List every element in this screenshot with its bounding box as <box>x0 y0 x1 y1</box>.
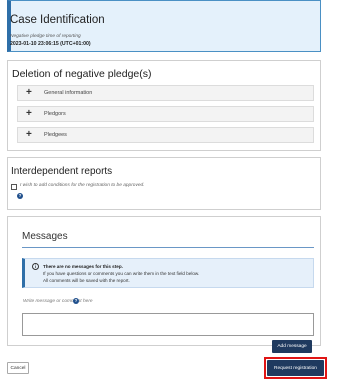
case-title: Case Identification <box>10 14 105 26</box>
question-icon[interactable]: ? <box>17 193 23 199</box>
add-message-button[interactable]: Add message <box>272 340 312 353</box>
plus-icon: + <box>26 87 32 98</box>
accordion-label: Pledgees <box>44 132 67 138</box>
accordion-general-information[interactable]: + General information <box>17 85 314 101</box>
deletion-title: Deletion of negative pledge(s) <box>12 68 152 80</box>
accordion-pledgees[interactable]: + Pledgees <box>17 127 314 143</box>
plus-icon: + <box>26 129 32 140</box>
messages-title: Messages <box>22 231 68 242</box>
conditions-checkbox[interactable] <box>11 184 17 190</box>
conditions-checkbox-label[interactable]: I wish to add conditions for the registr… <box>20 183 145 188</box>
message-textarea[interactable] <box>22 313 314 336</box>
accordion-label: Pledgors <box>44 111 66 117</box>
accordion-pledgors[interactable]: + Pledgors <box>17 106 314 122</box>
case-subtitle: Negative pledge time of reporting <box>10 34 81 39</box>
interdependent-title: Interdependent reports <box>11 166 113 177</box>
accordion-label: General information <box>44 90 93 96</box>
request-registration-button[interactable]: Request registration <box>267 360 324 376</box>
info-line-1: There are no messages for this step. <box>43 264 123 269</box>
info-line-3: All comments will be saved with the repo… <box>43 278 130 283</box>
messages-divider <box>22 247 314 248</box>
info-icon: i <box>32 263 39 270</box>
plus-icon: + <box>26 108 32 119</box>
question-icon[interactable]: ? <box>73 298 79 304</box>
info-line-2: If you have questions or comments you ca… <box>43 271 200 276</box>
cancel-button[interactable]: Cancel <box>7 362 29 374</box>
case-timestamp: 2023-01-10 23:06:15 (UTC+01:00) <box>10 41 91 47</box>
message-input-label: Write message or comment here <box>23 299 93 304</box>
